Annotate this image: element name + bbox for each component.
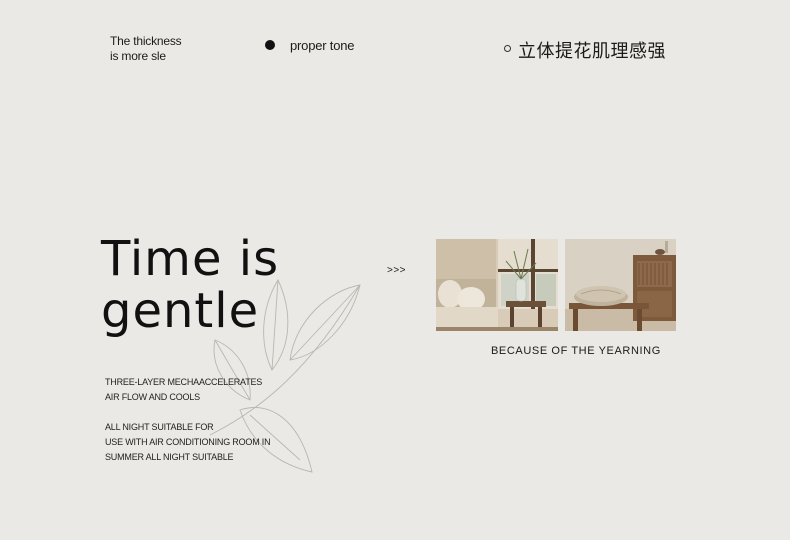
caption-because-of-the-yearning: BECAUSE OF THE YEARNING: [491, 345, 661, 357]
living-room-photo: [436, 239, 558, 331]
body-copy: THREE-LAYER MECHAACCELERATES AIR FLOW AN…: [105, 375, 271, 465]
thickness-text: The thickness is more sle: [110, 34, 182, 64]
headline-line-2: gentle: [101, 283, 260, 339]
thickness-line-1: The thickness: [110, 34, 182, 48]
body-line-5: SUMMER ALL NIGHT SUITABLE: [105, 452, 234, 462]
thickness-line-2: is more sle: [110, 49, 166, 63]
body-line-1: THREE-LAYER MECHAACCELERATES: [105, 377, 263, 387]
chinese-feature-label: 立体提花肌理感强: [518, 41, 666, 62]
body-line-2: AIR FLOW AND COOLS: [105, 392, 200, 402]
body-line-3: ALL NIGHT SUITABLE FOR: [105, 422, 214, 432]
headline-line-1: Time is: [101, 231, 280, 287]
filled-dot-icon: [265, 40, 275, 50]
bench-photo: [565, 239, 676, 331]
headline: Time is gentle: [101, 233, 279, 337]
proper-tone-label: proper tone: [290, 38, 355, 53]
hollow-circle-icon: [504, 45, 511, 52]
arrows-indicator: >>>: [387, 265, 407, 276]
body-line-4: USE WITH AIR CONDITIONING ROOM IN: [105, 437, 271, 447]
